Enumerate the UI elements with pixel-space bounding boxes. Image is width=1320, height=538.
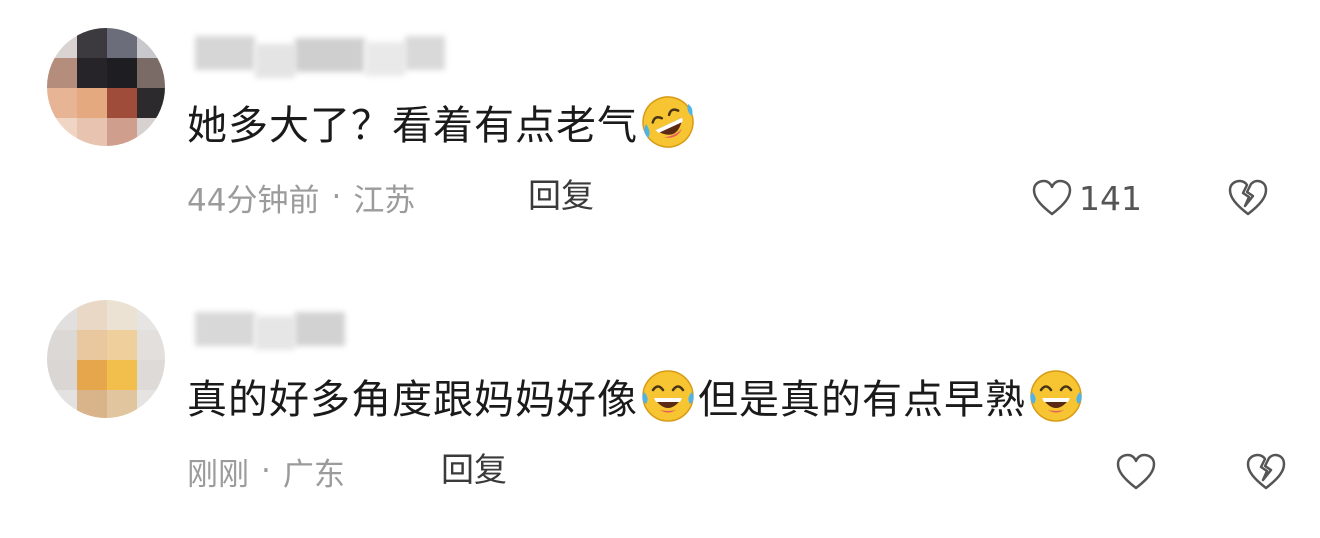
broken-heart-icon[interactable] [1226,176,1270,220]
username[interactable] [185,30,455,78]
comment-meta: 44分钟前 · 江苏 [187,175,415,219]
comment-location: 江苏 [353,182,416,219]
like-button[interactable] [1115,450,1163,494]
tears-of-joy-emoji [642,370,694,422]
comment-item: 真的好多角度跟妈妈好像 但是真的有点早熟 刚刚 · 广东 回复 [0,288,1320,538]
comment-meta: 刚刚 · 广东 [187,449,345,493]
comment-time: 刚刚 [187,456,249,493]
avatar[interactable] [47,28,165,146]
like-button[interactable]: 141 [1031,176,1142,220]
comment-item: 她多大了？看着有点老气 44分钟前 · 江苏 回复 141 [0,0,1320,260]
comment-text: 她多大了？看着有点老气 [187,92,698,152]
reply-button[interactable]: 回复 [528,174,594,218]
comment-list: 她多大了？看着有点老气 44分钟前 · 江苏 回复 141 真的好多角度跟妈妈好… [0,0,1320,538]
reply-button[interactable]: 回复 [441,448,507,492]
comment-location: 广东 [282,456,345,493]
rolling-laughing-emoji [642,96,694,148]
like-count: 141 [1079,178,1142,218]
broken-heart-icon[interactable] [1244,450,1288,494]
tears-of-joy-emoji [1030,370,1082,422]
comment-text: 真的好多角度跟妈妈好像 但是真的有点早熟 [187,366,1086,426]
heart-outline-icon [1032,179,1072,216]
comment-time: 44分钟前 [187,182,320,219]
avatar[interactable] [47,300,165,418]
heart-outline-icon [1116,453,1156,490]
meta-separator: · [331,179,342,215]
meta-separator: · [261,453,271,489]
comment-text-content: 她多大了？看着有点老气 [187,103,638,149]
comment-text-content: 但是真的有点早熟 [698,377,1026,423]
username[interactable] [185,304,355,350]
comment-text-content: 真的好多角度跟妈妈好像 [187,377,638,423]
